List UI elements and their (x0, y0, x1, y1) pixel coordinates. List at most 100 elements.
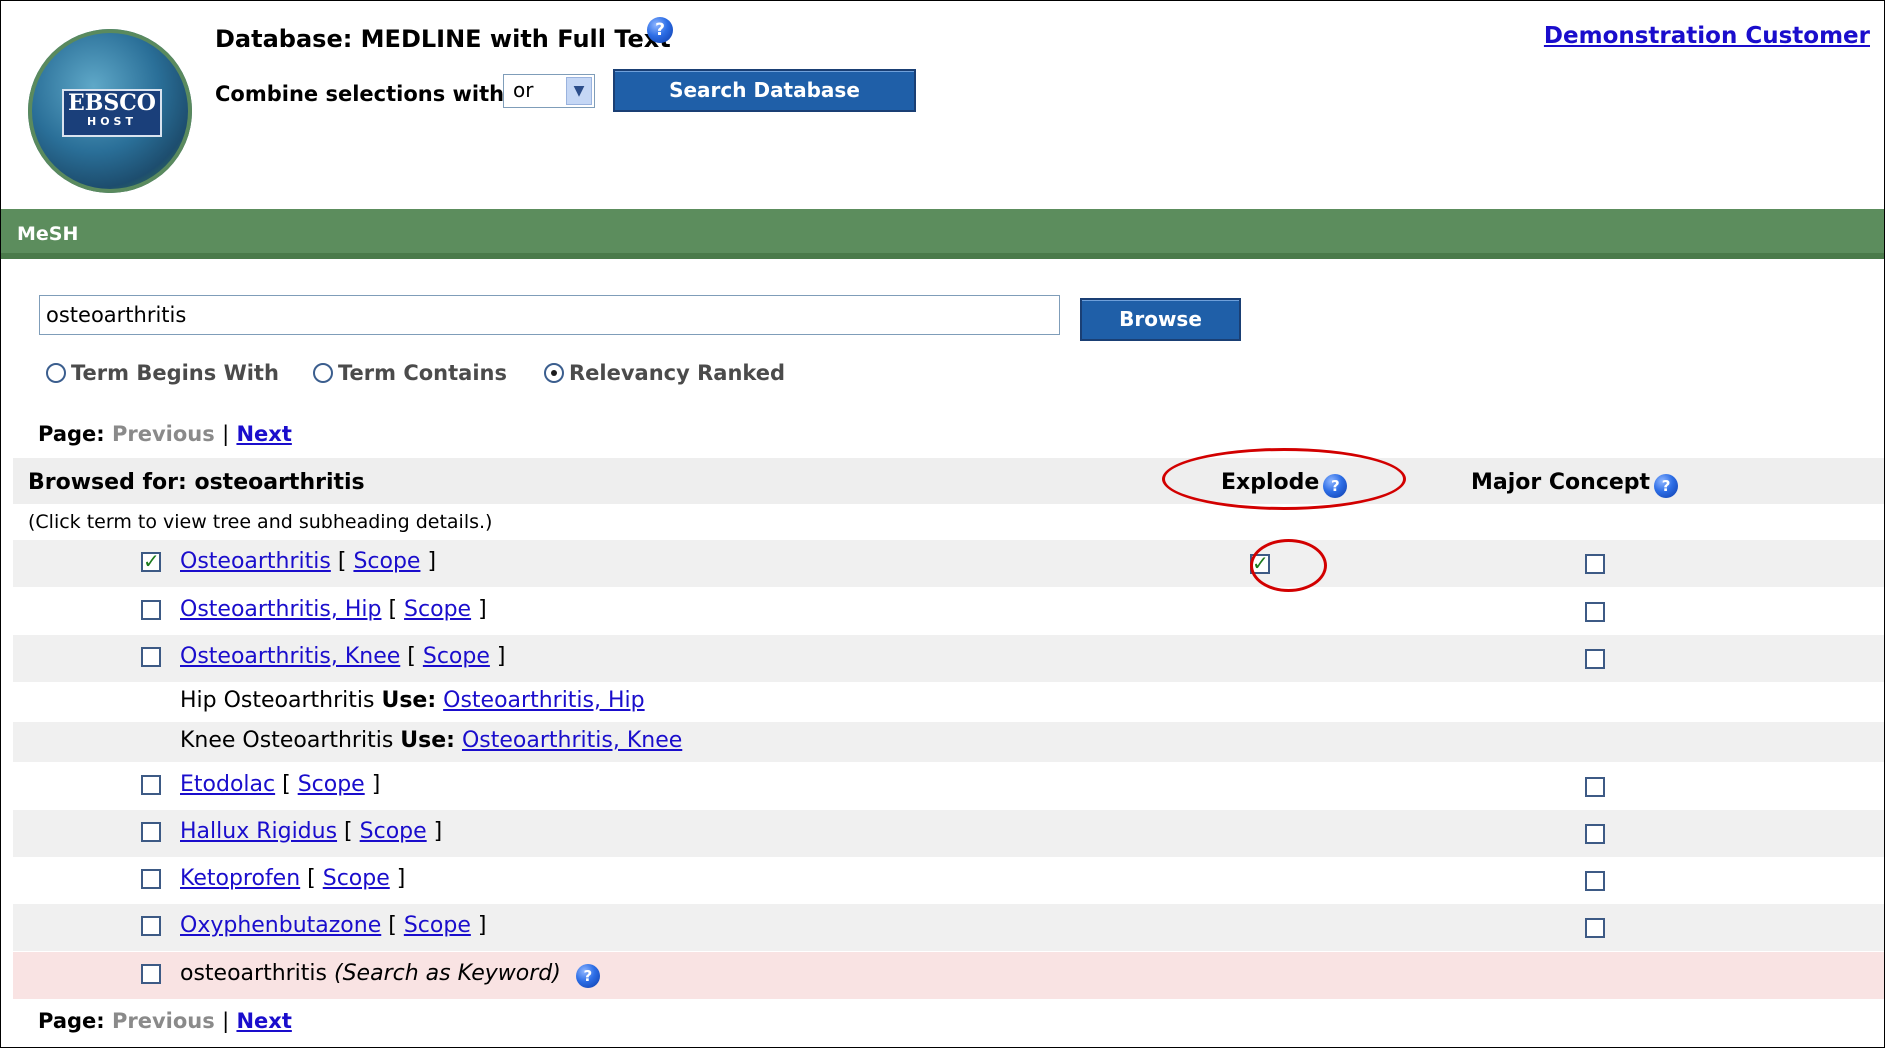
use-cell: Hip Osteoarthritis Use: Osteoarthritis, … (180, 688, 645, 713)
radio-label: Term Contains (338, 361, 507, 385)
scope-link[interactable]: Scope (360, 819, 427, 844)
term-checkbox[interactable] (141, 869, 161, 889)
keyword-cell: osteoarthritis (Search as Keyword) ? (180, 961, 600, 988)
browse-button[interactable]: Browse (1080, 298, 1241, 341)
scope-link[interactable]: Scope (404, 597, 471, 622)
pager-separator: | (222, 422, 230, 446)
term-checkbox[interactable] (141, 822, 161, 842)
use-target-link[interactable]: Osteoarthritis, Knee (462, 728, 682, 753)
term-cell: Osteoarthritis, Hip [ Scope ] (180, 597, 487, 622)
result-row: Hallux Rigidus [ Scope ] (13, 810, 1884, 857)
result-row: Osteoarthritis, Hip [ Scope ] (13, 588, 1884, 635)
combine-select-value: or (513, 78, 534, 102)
result-row: Etodolac [ Scope ] (13, 763, 1884, 810)
term-link[interactable]: Osteoarthritis (180, 549, 331, 574)
scope-link[interactable]: Scope (353, 549, 420, 574)
pager-top: Page: Previous | Next (38, 422, 292, 446)
major-concept-checkbox[interactable] (1585, 649, 1605, 669)
radio-circle[interactable] (313, 363, 333, 383)
radio-label: Term Begins With (71, 361, 279, 385)
term-checkbox[interactable] (141, 600, 161, 620)
help-icon[interactable]: ? (647, 17, 673, 43)
logo-text-host: HOST (87, 115, 137, 128)
result-row: Osteoarthritis [ Scope ] (13, 540, 1884, 587)
radio-term-begins-with[interactable]: Term Begins With (46, 361, 279, 385)
term-checkbox[interactable] (141, 775, 161, 795)
major-concept-column-header: Major Concept? (1471, 470, 1679, 498)
results-header: Browsed for: osteoarthritis Explode? Maj… (13, 458, 1884, 504)
database-title: Database: MEDLINE with Full Text (215, 25, 671, 53)
scope-link[interactable]: Scope (423, 644, 490, 669)
help-icon[interactable]: ? (575, 964, 600, 988)
use-label: Use: (381, 688, 437, 713)
term-link[interactable]: Osteoarthritis, Knee (180, 644, 400, 669)
browse-input[interactable] (39, 295, 1060, 335)
pager-bottom: Page: Previous | Next (38, 1009, 292, 1033)
term-link[interactable]: Ketoprofen (180, 866, 300, 891)
use-cell: Knee Osteoarthritis Use: Osteoarthritis,… (180, 728, 682, 753)
major-concept-checkbox[interactable] (1585, 777, 1605, 797)
chevron-down-icon[interactable]: ▼ (566, 77, 592, 105)
annotation-oval-explode-checkbox (1250, 539, 1327, 592)
app-window: EBSCO HOST Database: MEDLINE with Full T… (0, 0, 1885, 1048)
pager-separator: | (222, 1009, 230, 1033)
major-concept-checkbox[interactable] (1585, 554, 1605, 574)
combine-label: Combine selections with: (215, 82, 513, 106)
scope-link[interactable]: Scope (404, 913, 471, 938)
ebsco-host-logo[interactable]: EBSCO HOST (28, 29, 192, 193)
term-cell: Osteoarthritis [ Scope ] (180, 549, 437, 574)
radio-relevancy-ranked[interactable]: Relevancy Ranked (544, 361, 785, 385)
term-link[interactable]: Osteoarthritis, Hip (180, 597, 381, 622)
keyword-row: osteoarthritis (Search as Keyword) ? (13, 952, 1884, 999)
results-hint: (Click term to view tree and subheading … (28, 511, 493, 533)
previous-link: Previous (111, 1009, 215, 1033)
logo-text-ebsco: EBSCO (68, 90, 156, 116)
help-icon[interactable]: ? (1654, 474, 1679, 498)
keyword-note: (Search as Keyword) (334, 961, 561, 986)
term-cell: Osteoarthritis, Knee [ Scope ] (180, 644, 506, 669)
previous-link: Previous (111, 422, 215, 446)
browsed-for-label: Browsed for: osteoarthritis (28, 470, 365, 495)
entry-term: Hip Osteoarthritis (180, 688, 375, 713)
term-checkbox[interactable] (141, 647, 161, 667)
term-cell: Etodolac [ Scope ] (180, 772, 381, 797)
major-concept-label: Major Concept (1471, 470, 1651, 495)
term-checkbox[interactable] (141, 549, 161, 573)
scope-link[interactable]: Scope (298, 772, 365, 797)
use-target-link[interactable]: Osteoarthritis, Hip (443, 688, 644, 713)
use-label: Use: (400, 728, 455, 753)
mesh-section-title: MeSH (17, 223, 79, 245)
combine-select[interactable]: or ▼ (503, 74, 595, 108)
term-cell: Oxyphenbutazone [ Scope ] (180, 913, 487, 938)
major-concept-checkbox[interactable] (1585, 824, 1605, 844)
scope-link[interactable]: Scope (323, 866, 390, 891)
major-concept-checkbox[interactable] (1585, 602, 1605, 622)
next-link[interactable]: Next (236, 1009, 291, 1033)
use-row: Hip Osteoarthritis Use: Osteoarthritis, … (13, 682, 1884, 722)
search-database-button[interactable]: Search Database (613, 69, 916, 112)
term-cell: Ketoprofen [ Scope ] (180, 866, 406, 891)
keyword-checkbox[interactable] (141, 964, 161, 984)
annotation-oval-explode (1162, 448, 1406, 510)
page-label: Page: (38, 422, 105, 446)
major-concept-checkbox[interactable] (1585, 918, 1605, 938)
term-checkbox[interactable] (141, 916, 161, 936)
keyword-term: osteoarthritis (180, 961, 327, 986)
radio-circle[interactable] (46, 363, 66, 383)
use-row: Knee Osteoarthritis Use: Osteoarthritis,… (13, 722, 1884, 762)
result-row: Osteoarthritis, Knee [ Scope ] (13, 635, 1884, 682)
major-concept-checkbox[interactable] (1585, 871, 1605, 891)
mesh-section-bar: MeSH (1, 209, 1884, 259)
term-link[interactable]: Oxyphenbutazone (180, 913, 381, 938)
result-row: Oxyphenbutazone [ Scope ] (13, 904, 1884, 951)
next-link[interactable]: Next (236, 422, 291, 446)
customer-link[interactable]: Demonstration Customer (1544, 23, 1870, 49)
result-row: Ketoprofen [ Scope ] (13, 857, 1884, 904)
term-link[interactable]: Etodolac (180, 772, 275, 797)
radio-label: Relevancy Ranked (569, 361, 786, 385)
term-link[interactable]: Hallux Rigidus (180, 819, 337, 844)
radio-term-contains[interactable]: Term Contains (313, 361, 507, 385)
page-label: Page: (38, 1009, 105, 1033)
radio-circle[interactable] (544, 363, 564, 383)
logo-plate: EBSCO HOST (62, 89, 162, 137)
